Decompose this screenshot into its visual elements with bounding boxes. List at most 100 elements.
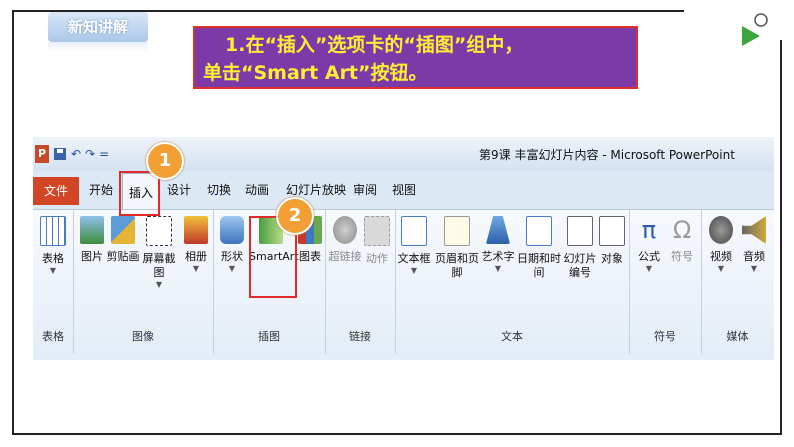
slide-number-label-1: 幻灯片 — [563, 252, 597, 265]
object-icon — [599, 216, 625, 246]
powerpoint-logo-icon[interactable]: P — [35, 145, 49, 163]
group-label-symbols: 符号 — [654, 330, 676, 343]
undo-icon[interactable]: ↶ — [71, 147, 81, 161]
screenshot-button[interactable]: 屏幕截图 ▼ — [139, 216, 179, 289]
slide-frame-right — [780, 40, 782, 435]
shapes-button[interactable]: 形状 ▼ — [215, 216, 249, 273]
window-title: 第9课 丰富幻灯片内容 - Microsoft PowerPoint — [479, 148, 735, 162]
photo-album-icon — [184, 216, 208, 244]
dropdown-arrow-icon: ▼ — [228, 264, 236, 273]
header-footer-icon — [444, 216, 470, 246]
step-badge-1: 1 — [146, 142, 184, 180]
tab-file[interactable]: 文件 — [33, 177, 79, 205]
ribbon-insert-panel: 表格 ▼ 表格 图片 剪贴画 屏幕截图 ▼ 相册 ▼ 图像 形状 ▼ Smart… — [33, 209, 774, 360]
group-media: 视频 ▼ 音频 ▼ 媒体 — [701, 210, 774, 354]
action-button[interactable]: 动作 — [360, 216, 394, 266]
slide-number-icon — [567, 216, 593, 246]
object-button[interactable]: 对象 — [595, 216, 629, 266]
action-label: 动作 — [366, 252, 388, 265]
picture-label: 图片 — [81, 250, 103, 263]
screenshot-label: 屏幕截图 — [142, 252, 176, 279]
date-time-label: 日期和时间 — [517, 252, 561, 279]
dropdown-arrow-icon: ▼ — [49, 266, 57, 275]
textbox-button[interactable]: 文本框 ▼ — [397, 216, 431, 275]
video-label: 视频 — [710, 250, 732, 263]
clipart-button[interactable]: 剪贴画 — [106, 216, 140, 264]
group-label-illustrations: 插图 — [258, 330, 280, 343]
instruction-line-1: 1.在“插入”选项卡的“插图”组中， — [225, 34, 524, 56]
group-text: 文本框 ▼ 页眉和页脚 艺术字 ▼ 日期和时间 幻灯片 编号 对象 文本 — [395, 210, 630, 354]
wordart-button[interactable]: 艺术字 ▼ — [481, 216, 515, 273]
object-label: 对象 — [601, 252, 623, 265]
group-label-text: 文本 — [501, 330, 523, 343]
instruction-line-2: 单击“Smart Art”按钮。 — [203, 62, 428, 84]
album-button[interactable]: 相册 ▼ — [179, 216, 213, 273]
group-label-images: 图像 — [132, 330, 154, 343]
symbol-button[interactable]: Ω 符号 — [665, 216, 699, 264]
picture-icon — [80, 216, 104, 244]
dropdown-arrow-icon: ▼ — [750, 264, 758, 273]
highlight-insert-tab — [119, 171, 160, 216]
equation-label: 公式 — [638, 250, 660, 263]
section-tag-reflection — [48, 42, 148, 52]
picture-button[interactable]: 图片 — [75, 216, 109, 264]
redo-icon[interactable]: ↷ — [85, 147, 95, 161]
video-button[interactable]: 视频 ▼ — [704, 216, 738, 273]
tab-animations[interactable]: 动画 — [245, 181, 269, 198]
table-icon — [40, 216, 66, 246]
dropdown-arrow-icon: ▼ — [410, 266, 418, 275]
title-bar: P ↶ ↷ = 第9课 丰富幻灯片内容 - Microsoft PowerPoi… — [33, 137, 774, 171]
shapes-label: 形状 — [221, 250, 243, 263]
equation-button[interactable]: π 公式 ▼ — [632, 216, 666, 273]
wordart-label: 艺术字 — [481, 250, 515, 263]
table-button[interactable]: 表格 ▼ — [36, 216, 70, 275]
header-footer-label: 页眉和页脚 — [435, 252, 479, 279]
step-badge-2: 2 — [276, 197, 314, 235]
calendar-icon — [526, 216, 552, 246]
play-icon[interactable] — [740, 12, 780, 52]
textbox-icon — [401, 216, 427, 246]
quick-access-toolbar: P ↶ ↷ = — [35, 145, 109, 163]
slide-frame-left — [12, 10, 14, 434]
chart-label: 图表 — [299, 250, 321, 263]
group-symbols: π 公式 ▼ Ω 符号 符号 — [629, 210, 702, 354]
section-tag: 新知讲解 — [48, 12, 148, 42]
shapes-icon — [220, 216, 244, 244]
hyperlink-icon — [333, 216, 357, 244]
dropdown-arrow-icon: ▼ — [155, 280, 163, 289]
symbol-label: 符号 — [671, 250, 693, 263]
audio-label: 音频 — [743, 250, 765, 263]
header-footer-button[interactable]: 页眉和页脚 — [433, 216, 481, 280]
tab-view[interactable]: 视图 — [392, 181, 416, 198]
clipart-icon — [111, 216, 135, 244]
tab-review[interactable]: 审阅 — [353, 181, 377, 198]
action-icon — [364, 216, 390, 246]
save-icon[interactable] — [53, 147, 67, 161]
group-label-links: 链接 — [349, 330, 371, 343]
group-images: 图片 剪贴画 屏幕截图 ▼ 相册 ▼ 图像 — [73, 210, 214, 354]
tab-transitions[interactable]: 切换 — [207, 181, 231, 198]
hyperlink-button[interactable]: 超链接 — [328, 216, 362, 264]
dropdown-arrow-icon: ▼ — [717, 264, 725, 273]
wordart-icon — [486, 216, 510, 244]
slide-frame-bottom — [12, 433, 782, 435]
customize-qat-icon[interactable]: = — [99, 147, 109, 161]
audio-button[interactable]: 音频 ▼ — [737, 216, 771, 273]
dropdown-arrow-icon: ▼ — [645, 264, 653, 273]
instruction-box: 1.在“插入”选项卡的“插图”组中， 单击“Smart Art”按钮。 — [193, 26, 638, 89]
tab-home[interactable]: 开始 — [89, 181, 113, 198]
group-tables: 表格 ▼ 表格 — [33, 210, 74, 354]
textbox-label: 文本框 — [397, 252, 431, 265]
dropdown-arrow-icon: ▼ — [494, 264, 502, 273]
omega-icon: Ω — [672, 216, 692, 244]
screenshot-icon — [146, 216, 172, 246]
tab-design[interactable]: 设计 — [167, 181, 191, 198]
tab-slideshow[interactable]: 幻灯片放映 — [286, 181, 346, 198]
table-label: 表格 — [42, 252, 64, 265]
album-label: 相册 — [185, 250, 207, 263]
group-links: 超链接 动作 链接 — [325, 210, 396, 354]
group-label-media: 媒体 — [726, 330, 749, 343]
group-label-tables: 表格 — [42, 330, 64, 343]
date-time-button[interactable]: 日期和时间 — [515, 216, 563, 280]
slide-number-button[interactable]: 幻灯片 编号 — [563, 216, 597, 280]
